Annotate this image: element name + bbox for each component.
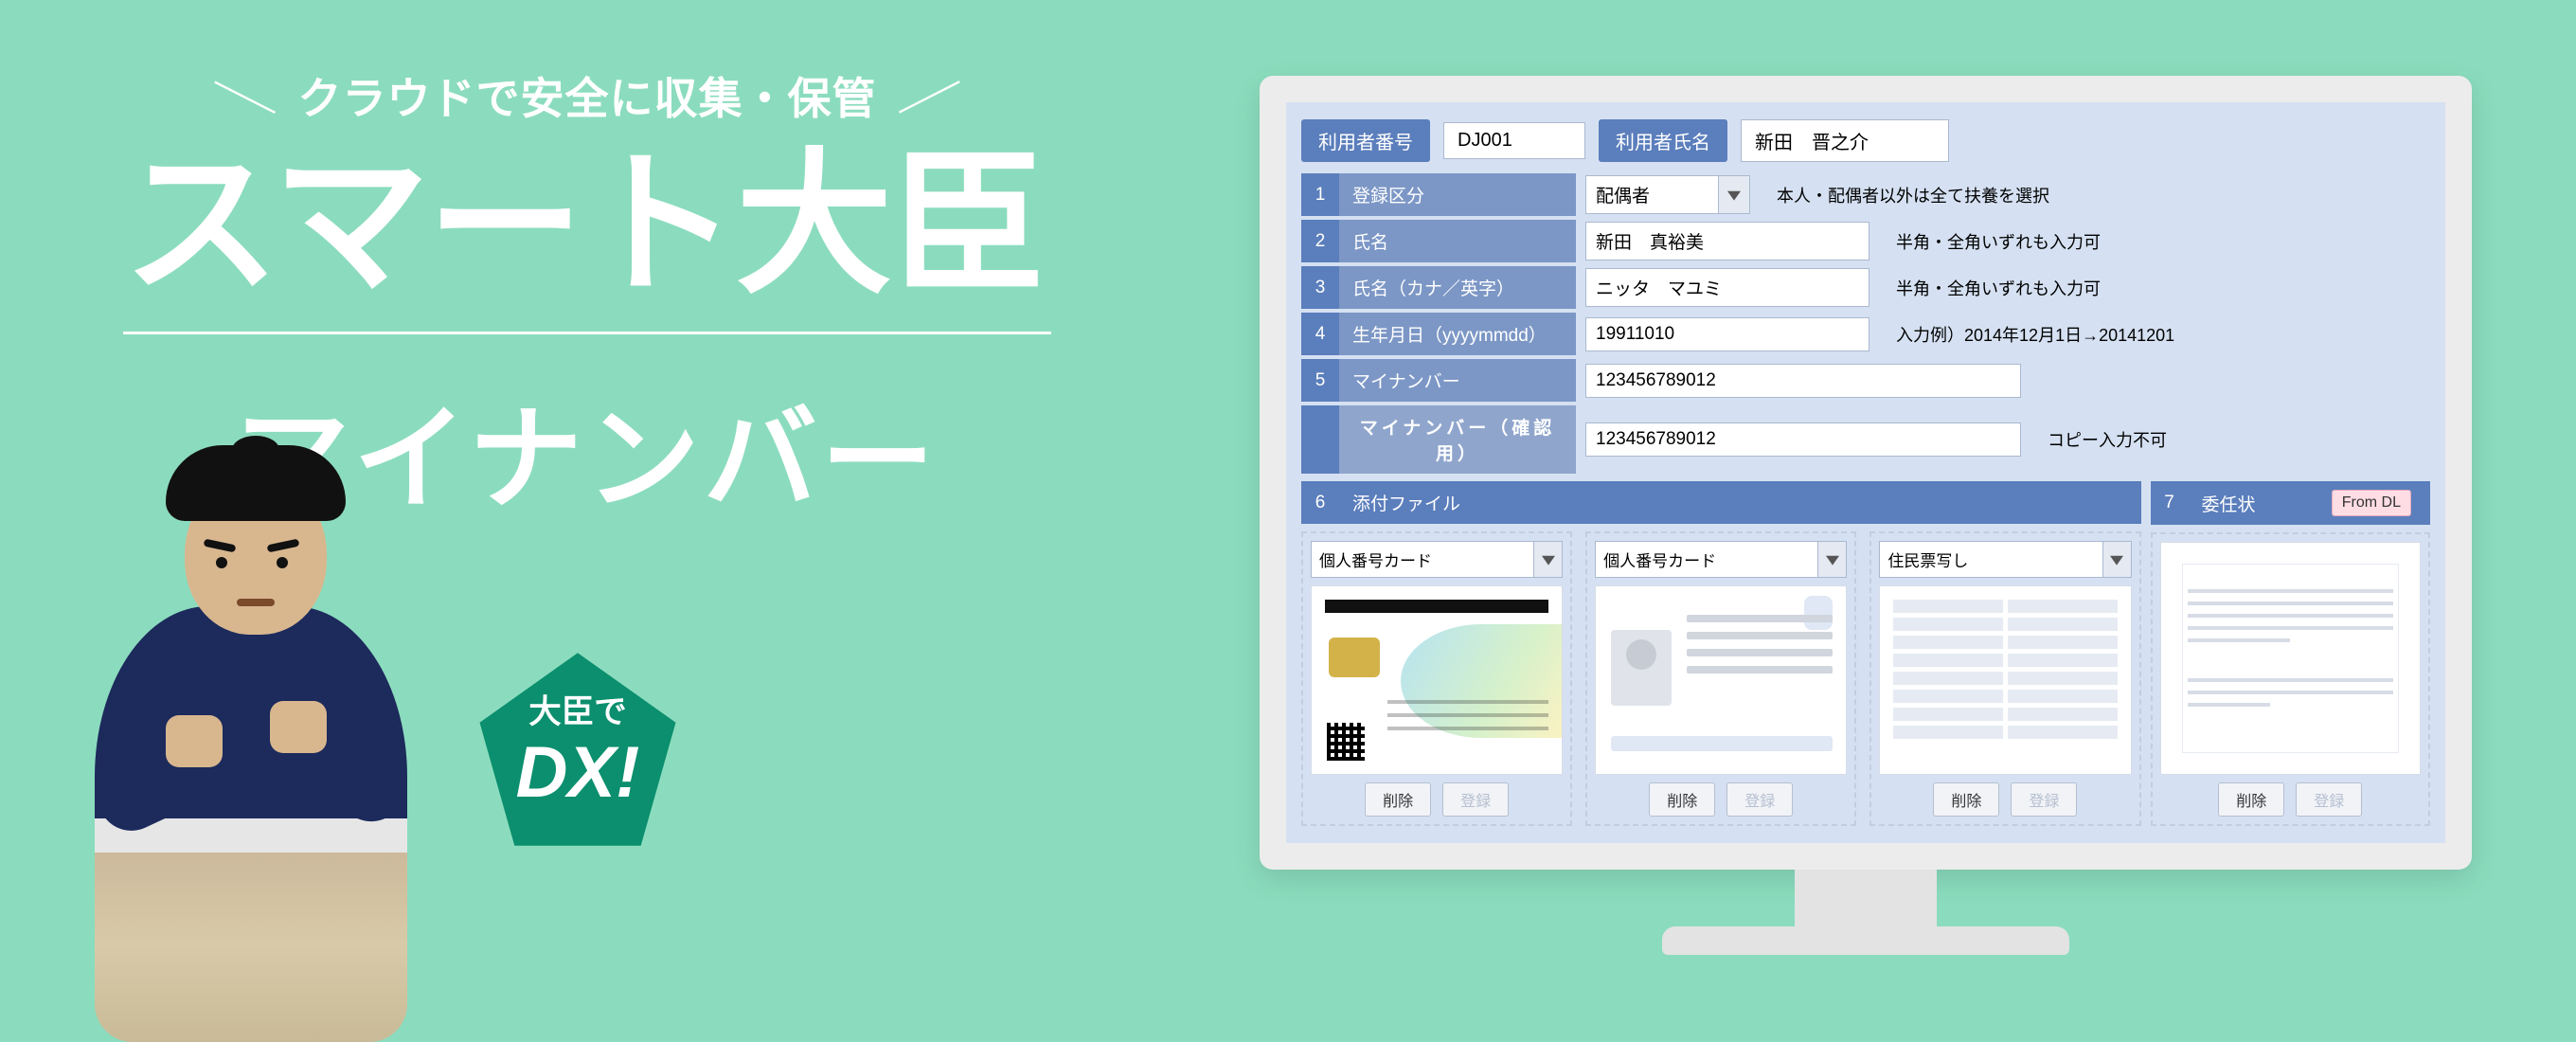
row-hint: 入力例）2014年12月1日→20141201: [1896, 322, 2174, 347]
delete-button[interactable]: 削除: [1933, 782, 1999, 817]
delete-button[interactable]: 削除: [2218, 782, 2284, 817]
row-label: 生年月日（yyyymmdd）: [1339, 313, 1576, 355]
row-label: マイナンバー（確認用）: [1339, 405, 1576, 474]
row-number: 6: [1301, 481, 1339, 524]
attachment-type-value: 住民票写し: [1879, 541, 2102, 578]
attachment-card: 削除 登録: [2151, 532, 2431, 826]
monitor-stand: [1795, 870, 1937, 926]
row-number: 5: [1301, 359, 1339, 402]
divider: [123, 332, 1051, 334]
row-mynumber: 5 マイナンバー 123456789012: [1301, 359, 2430, 402]
register-button[interactable]: 登録: [1726, 782, 1793, 817]
mynumber-confirm-input[interactable]: 123456789012: [1585, 422, 2021, 457]
row-mynumber-confirm: マイナンバー（確認用） 123456789012 コピー入力不可: [1301, 405, 2430, 474]
row-number: 1: [1301, 173, 1339, 216]
birthdate-input[interactable]: 19911010: [1585, 317, 1869, 351]
row-name-kana: 3 氏名（カナ／英字） ニッタ マユミ 半角・全角いずれも入力可: [1301, 266, 2430, 309]
brand-title: スマート大臣: [123, 143, 1051, 307]
attachment-card: 個人番号カード 削除 登録: [1585, 531, 1856, 826]
chevron-down-icon: [1534, 541, 1563, 578]
chevron-down-icon: [2103, 541, 2132, 578]
registration-type-select[interactable]: 配偶者: [1585, 175, 1750, 214]
register-button[interactable]: 登録: [1442, 782, 1509, 817]
row-number: 7: [2151, 481, 2189, 525]
monitor: 利用者番号 DJ001 利用者氏名 新田 晋之介 1 登録区分 配偶者 本: [1260, 76, 2472, 955]
registration-type-value: 配偶者: [1585, 175, 1718, 214]
app-screen: 利用者番号 DJ001 利用者氏名 新田 晋之介 1 登録区分 配偶者 本: [1286, 102, 2445, 843]
attachment-type-value: 個人番号カード: [1595, 541, 1818, 578]
row-label: マイナンバー: [1339, 359, 1576, 402]
attachment-type-select[interactable]: 個人番号カード: [1595, 541, 1847, 578]
row-label: 氏名（カナ／英字）: [1339, 266, 1576, 309]
name-kana-input[interactable]: ニッタ マユミ: [1585, 268, 1869, 307]
section-label: 添付ファイル: [1339, 481, 2141, 524]
row-name: 2 氏名 新田 真裕美 半角・全角いずれも入力可: [1301, 220, 2430, 262]
attachment-thumbnail[interactable]: [1879, 585, 2131, 775]
row-registration-type: 1 登録区分 配偶者 本人・配偶者以外は全て扶養を選択: [1301, 173, 2430, 216]
tagline: クラウドで安全に収集・保管: [298, 64, 877, 127]
register-button[interactable]: 登録: [2011, 782, 2077, 817]
tagline-row: ＼ クラウドで安全に収集・保管 ／: [123, 57, 1051, 134]
row-number: 3: [1301, 266, 1339, 309]
attachment-thumbnail[interactable]: [1311, 585, 1563, 775]
user-id-value[interactable]: DJ001: [1443, 122, 1585, 159]
name-input[interactable]: 新田 真裕美: [1585, 222, 1869, 260]
row-number: 4: [1301, 313, 1339, 355]
chevron-down-icon: [1818, 541, 1847, 578]
delete-button[interactable]: 削除: [1649, 782, 1715, 817]
chevron-down-icon: [1718, 175, 1750, 214]
section-attachments: 6 添付ファイル 個人番号カード: [1301, 477, 2141, 826]
row-hint: 半角・全角いずれも入力可: [1896, 229, 2101, 254]
slash-decoration: ＼: [206, 50, 281, 140]
attachment-type-select[interactable]: 個人番号カード: [1311, 541, 1563, 578]
attachment-card: 住民票写し 削除 登録: [1869, 531, 2140, 826]
attachment-type-value: 個人番号カード: [1311, 541, 1534, 578]
row-number: 2: [1301, 220, 1339, 262]
badge-top-text: 大臣で: [528, 694, 627, 730]
from-dl-tag[interactable]: From DL: [2332, 490, 2411, 516]
user-name-label: 利用者氏名: [1599, 119, 1727, 162]
header-bar: 利用者番号 DJ001 利用者氏名 新田 晋之介: [1301, 116, 2430, 173]
section-proxy: 7 委任状 From DL: [2151, 477, 2431, 826]
dx-badge: 大臣で DX!: [469, 644, 687, 862]
row-hint: 本人・配偶者以外は全て扶養を選択: [1777, 183, 2049, 207]
user-id-label: 利用者番号: [1301, 119, 1430, 162]
attachment-type-select[interactable]: 住民票写し: [1879, 541, 2131, 578]
row-number: [1301, 405, 1339, 474]
sumo-mascot: [57, 474, 464, 1042]
delete-button[interactable]: 削除: [1365, 782, 1431, 817]
section-label: 委任状: [2202, 491, 2256, 516]
row-hint: 半角・全角いずれも入力可: [1896, 276, 2101, 300]
slash-decoration: ／: [892, 50, 967, 140]
badge-big-text: DX!: [516, 732, 640, 813]
row-birthdate: 4 生年月日（yyyymmdd） 19911010 入力例）2014年12月1日…: [1301, 313, 2430, 355]
row-label: 氏名: [1339, 220, 1576, 262]
row-hint: コピー入力不可: [2048, 427, 2167, 452]
register-button[interactable]: 登録: [2296, 782, 2362, 817]
attachment-thumbnail[interactable]: [1595, 585, 1847, 775]
monitor-stand: [1662, 926, 2069, 955]
attachment-thumbnail[interactable]: [2160, 542, 2422, 775]
mynumber-input[interactable]: 123456789012: [1585, 364, 2021, 398]
user-name-value[interactable]: 新田 晋之介: [1741, 119, 1949, 162]
attachment-card: 個人番号カード 削除 登録: [1301, 531, 1572, 826]
section-label-bar: 委任状 From DL: [2189, 481, 2431, 525]
row-label: 登録区分: [1339, 173, 1576, 216]
